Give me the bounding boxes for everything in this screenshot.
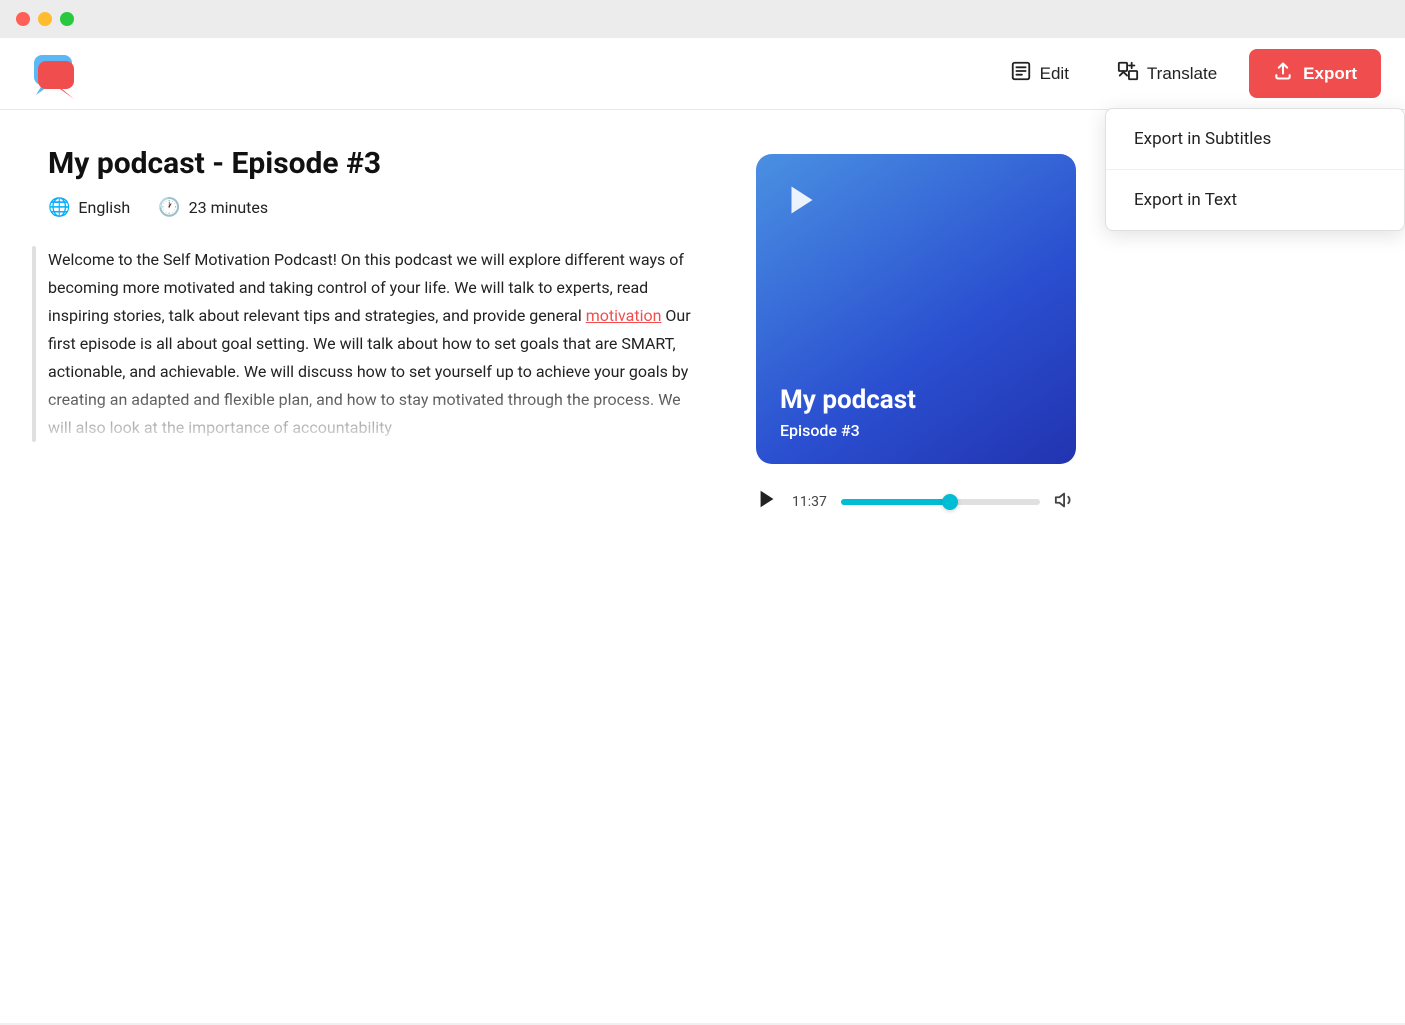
player-podcast-name: My podcast <box>780 385 1052 415</box>
volume-icon[interactable] <box>1054 489 1076 516</box>
export-upload-icon <box>1273 61 1293 86</box>
edit-icon <box>1010 60 1032 88</box>
transcript-bar <box>32 246 36 442</box>
traffic-light-fullscreen[interactable] <box>60 12 74 26</box>
podcast-title: My podcast - Episode #3 <box>48 146 708 181</box>
transcript-after: Our first episode is all about goal sett… <box>48 306 691 437</box>
meta-row: 🌐 English 🕐 23 minutes <box>48 197 708 218</box>
duration-meta: 🕐 23 minutes <box>158 197 268 218</box>
player-card: My podcast Episode #3 <box>756 154 1076 464</box>
player-card-info: My podcast Episode #3 <box>780 385 1052 440</box>
left-panel: My podcast - Episode #3 🌐 English 🕐 23 m… <box>48 146 708 516</box>
clock-icon: 🕐 <box>158 197 180 218</box>
translate-label: Translate <box>1147 64 1217 84</box>
play-pause-button[interactable] <box>756 488 778 516</box>
export-subtitles-option[interactable]: Export in Subtitles <box>1106 109 1404 170</box>
progress-bar[interactable] <box>841 499 1040 505</box>
highlight-word: motivation <box>586 306 662 325</box>
navbar: Edit Translate <box>0 38 1405 110</box>
edit-label: Edit <box>1040 64 1069 84</box>
audio-controls: 11:37 <box>756 488 1076 516</box>
language-meta: 🌐 English <box>48 197 130 218</box>
export-label: Export <box>1303 64 1357 84</box>
export-text-option[interactable]: Export in Text <box>1106 170 1404 230</box>
globe-icon: 🌐 <box>48 197 70 218</box>
transcript-text: Welcome to the Self Motivation Podcast! … <box>48 246 708 442</box>
player-play-icon[interactable] <box>780 178 824 222</box>
logo <box>24 49 82 99</box>
export-dropdown: Export in Subtitles Export in Text <box>1105 108 1405 231</box>
translate-icon <box>1117 60 1139 88</box>
edit-button[interactable]: Edit <box>994 52 1085 96</box>
traffic-light-minimize[interactable] <box>38 12 52 26</box>
progress-fill <box>841 499 951 505</box>
nav-actions: Edit Translate <box>994 49 1381 98</box>
transcript-wrapper: Welcome to the Self Motivation Podcast! … <box>48 246 708 442</box>
window-chrome <box>0 0 1405 38</box>
right-panel: My podcast Episode #3 11:37 <box>756 146 1076 516</box>
progress-thumb <box>942 494 958 510</box>
player-episode: Episode #3 <box>780 421 1052 440</box>
traffic-light-close[interactable] <box>16 12 30 26</box>
current-time: 11:37 <box>792 494 827 510</box>
duration-label: 23 minutes <box>189 198 269 217</box>
export-button[interactable]: Export <box>1249 49 1381 98</box>
logo-icon <box>24 49 82 99</box>
language-label: English <box>78 198 130 217</box>
translate-button[interactable]: Translate <box>1101 52 1233 96</box>
app-window: Edit Translate <box>0 38 1405 1023</box>
